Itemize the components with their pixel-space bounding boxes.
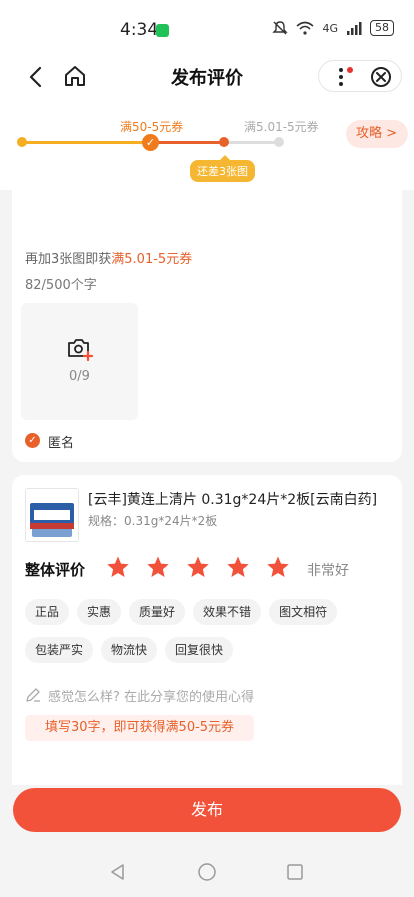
product-image (25, 488, 79, 542)
star-rating (106, 555, 290, 579)
photo-reward-hint: 再加3张图即获满5.01-5元券 (25, 252, 193, 267)
photo-upload-button[interactable]: 0/9 (21, 303, 138, 420)
upload-count: 0/9 (69, 369, 90, 384)
star-icon[interactable] (266, 555, 290, 579)
overall-rating-label: 整体评价 (25, 561, 86, 579)
progress-line-pending (224, 141, 279, 144)
quick-tag[interactable]: 实惠 (77, 599, 122, 625)
anonymous-checkbox[interactable]: ✓ (25, 433, 40, 448)
system-home-icon[interactable] (197, 862, 217, 882)
publish-button[interactable]: 发布 (13, 788, 401, 832)
progress-dot-current (219, 137, 229, 147)
quick-tag[interactable]: 正品 (25, 599, 70, 625)
close-icon[interactable] (369, 65, 393, 89)
rating-text: 非常好 (307, 563, 349, 579)
status-bar: 4:34 4G 58 (0, 0, 414, 58)
star-icon[interactable] (146, 555, 170, 579)
signal-icon (347, 22, 362, 35)
quick-tag[interactable]: 回复很快 (165, 637, 234, 663)
mini-program-capsule (318, 60, 402, 92)
mute-bell-icon (272, 21, 289, 35)
progress-line-done (22, 141, 150, 144)
wechat-notification-icon (156, 24, 169, 37)
product-title: [云丰]黄连上清片 0.31g*24片*2板[云南白药] (88, 492, 378, 508)
status-time: 4:34 (120, 20, 159, 40)
wifi-icon (296, 21, 314, 35)
system-nav-bar (0, 846, 414, 897)
quick-tag[interactable]: 物流快 (101, 637, 158, 663)
progress-tip: 还差3张图 (190, 155, 255, 182)
camera-add-icon (68, 339, 94, 362)
progress-dot-end (274, 137, 284, 147)
star-icon[interactable] (106, 555, 130, 579)
review-card: 再加3张图即获满5.01-5元券 82/500个字 0/9 ✓ 匿名 (12, 190, 402, 462)
notification-dot (347, 67, 353, 73)
quick-tag[interactable]: 效果不错 (193, 599, 262, 625)
char-count: 82/500个字 (25, 278, 97, 293)
guide-button[interactable]: 攻略 > (346, 120, 408, 148)
quick-tag[interactable]: 质量好 (129, 599, 186, 625)
progress-label-next: 满5.01-5元券 (244, 120, 319, 134)
quick-tags: 正品 实惠 质量好 效果不错 图文相符包装严实 物流快 回复很快 (25, 599, 395, 663)
progress-line-active (150, 141, 224, 144)
network-type: 4G (322, 21, 338, 35)
anonymous-label: 匿名 (48, 436, 75, 451)
quick-tag[interactable]: 图文相符 (269, 599, 338, 625)
system-recent-icon[interactable] (286, 863, 304, 881)
progress-label-current: 满50-5元券 (120, 120, 184, 134)
reward-tip: 填写30字，即可获得满50-5元券 (25, 715, 255, 741)
status-icons: 4G 58 (272, 20, 394, 36)
battery-icon: 58 (370, 20, 394, 36)
star-icon[interactable] (186, 555, 210, 579)
check-icon: ✓ (142, 134, 159, 151)
system-back-icon[interactable] (108, 862, 128, 882)
progress-dot-start (17, 137, 27, 147)
nav-bar: 发布评价 (0, 58, 414, 98)
star-icon[interactable] (226, 555, 250, 579)
quick-tag[interactable]: 包装严实 (25, 637, 94, 663)
pencil-icon (26, 688, 40, 702)
product-spec: 规格：0.31g*24片*2板 (88, 514, 218, 528)
product-rating-card: [云丰]黄连上清片 0.31g*24片*2板[云南白药] 规格：0.31g*24… (12, 475, 402, 785)
reward-progress: 满50-5元券 满5.01-5元券 ✓ 还差3张图 攻略 > (0, 98, 414, 190)
comment-input[interactable]: 感觉怎么样? 在此分享您的使用心得 (48, 686, 254, 705)
